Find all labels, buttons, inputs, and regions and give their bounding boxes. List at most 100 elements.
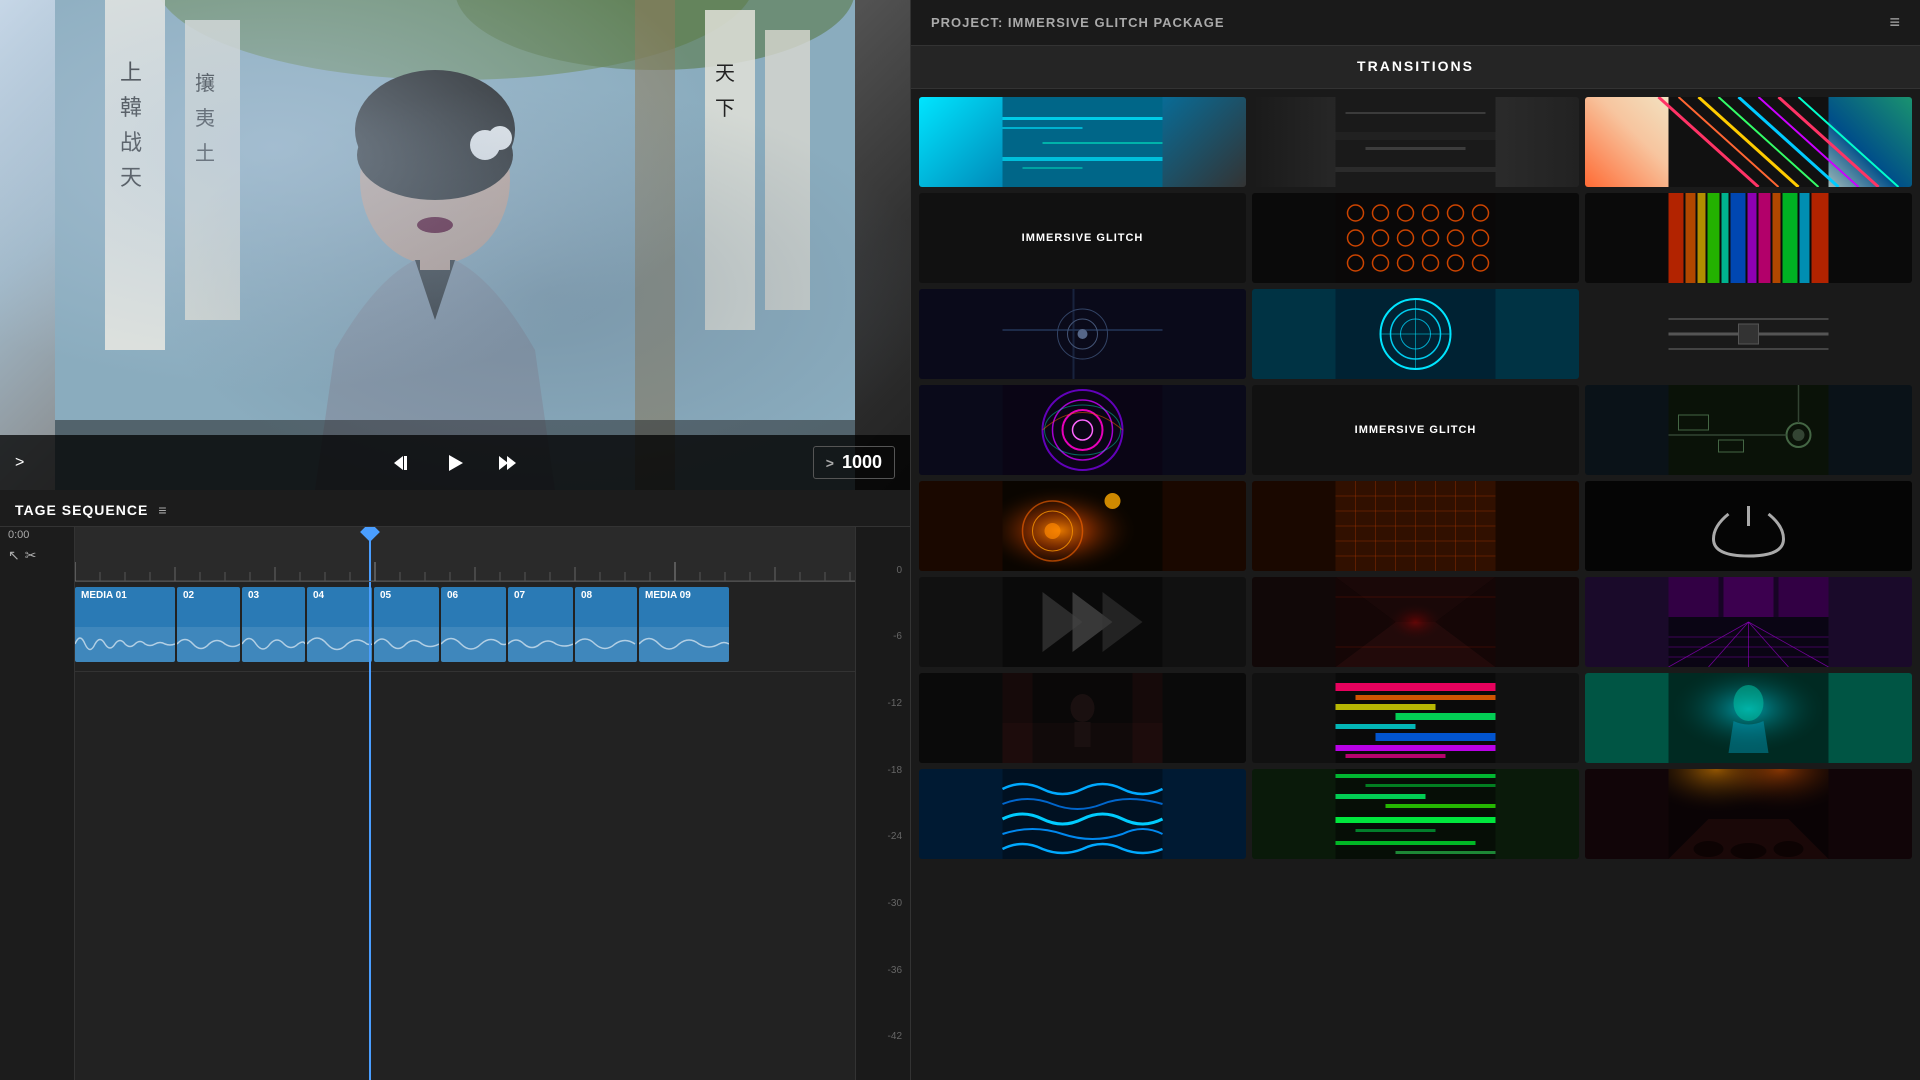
video-controls-bar: > [0,435,910,490]
media-clip-05[interactable]: 05 [374,587,439,662]
clip-08-waveform [575,627,637,662]
thumb-16-art [919,577,1246,667]
thumb-21-art [1585,673,1912,763]
thumb-7-art [919,289,1246,379]
transition-thumb-10[interactable] [919,385,1246,475]
thumb-5-art [1252,193,1579,283]
video-frame: 上 韓 战 天 攘 夷 土 天 下 [0,0,910,490]
transition-thumb-9[interactable] [1585,289,1912,379]
waveform-svg-03 [242,627,305,662]
waveform-svg-09 [639,627,729,662]
right-panel: PROJECT: IMMERSIVE GLITCH PACKAGE ≡ TRAN… [910,0,1920,1080]
clip-04-waveform [307,627,372,662]
clip-02-label: 02 [177,587,240,604]
transition-thumb-15[interactable] [1585,481,1912,571]
volume-meter: 0 -6 -12 -18 -24 -30 -36 -42 [855,527,910,1080]
transition-thumb-18[interactable] [1585,577,1912,667]
playhead [369,527,371,581]
meter-24: -24 [864,831,902,842]
waveform-svg-02 [177,627,240,662]
waveform-svg-06 [441,627,506,662]
thumb-15-art [1585,481,1912,571]
thumb-4-label: IMMERSIVE GLITCH [1022,232,1144,244]
meter-6: -6 [864,631,902,642]
clips-container: MEDIA 01 02 [75,587,910,662]
clip-03-waveform [242,627,305,662]
thumb-11-label: IMMERSIVE GLITCH [1355,424,1477,436]
timeline-area: 0:00 ↖ ✂ [0,527,910,1080]
thumb-10-art [919,385,1246,475]
rewind-icon [392,452,414,474]
transition-thumb-5[interactable] [1252,193,1579,283]
transition-thumb-14[interactable] [1252,481,1579,571]
transition-thumb-22[interactable] [919,769,1246,859]
clip-07-label: 07 [508,587,573,604]
thumb-9-art [1585,289,1912,379]
tool-row: ↖ ✂ [0,543,74,568]
header-menu-icon[interactable]: ≡ [1889,12,1900,33]
transition-thumb-16[interactable] [919,577,1246,667]
waveform-svg-01 [75,627,175,662]
media-clip-02[interactable]: 02 [177,587,240,662]
transition-thumb-17[interactable] [1252,577,1579,667]
left-panel: 上 韓 战 天 攘 夷 土 天 下 [0,0,910,1080]
waveform-svg-07 [508,627,573,662]
transition-thumb-24[interactable] [1585,769,1912,859]
blade-icon[interactable]: ✂ [25,547,37,564]
transition-thumb-20[interactable] [1252,673,1579,763]
stage-menu-icon[interactable]: ≡ [158,502,166,518]
waveform-svg-04 [307,627,372,662]
transition-thumb-8[interactable] [1252,289,1579,379]
media-clip-07[interactable]: 07 [508,587,573,662]
media-clip-08[interactable]: 08 [575,587,637,662]
transition-thumb-13[interactable] [919,481,1246,571]
media-clip-09[interactable]: MEDIA 09 [639,587,729,662]
media-clip-04[interactable]: 04 [307,587,372,662]
clip-01-label: MEDIA 01 [75,587,175,604]
transition-thumb-12[interactable] [1585,385,1912,475]
clip-05-waveform [374,627,439,662]
timeline-left: 0:00 ↖ ✂ [0,527,75,1080]
thumb-20-art [1252,673,1579,763]
transition-thumb-7[interactable] [919,289,1246,379]
expand-button[interactable]: > [15,454,24,472]
transition-thumb-23[interactable] [1252,769,1579,859]
thumb-3-art [1585,97,1912,187]
timecode-value: 1000 [842,452,882,473]
stage-title: TAGE SEQUENCE [15,502,148,518]
media-clip-01[interactable]: MEDIA 01 [75,587,175,662]
transition-thumb-4[interactable]: IMMERSIVE GLITCH [919,193,1246,283]
play-button[interactable] [444,452,466,474]
tracks-area: MEDIA 01 02 [75,582,910,1080]
right-header: PROJECT: IMMERSIVE GLITCH PACKAGE ≡ [911,0,1920,46]
transition-thumb-19[interactable] [919,673,1246,763]
thumb-18-art [1585,577,1912,667]
clip-05-label: 05 [374,587,439,604]
transition-thumb-11[interactable]: IMMERSIVE GLITCH [1252,385,1579,475]
transition-thumb-2[interactable] [1252,97,1579,187]
clip-08-label: 08 [575,587,637,604]
play-icon [444,452,466,474]
project-title: PROJECT: IMMERSIVE GLITCH PACKAGE [931,15,1225,30]
transition-thumb-3[interactable] [1585,97,1912,187]
waveform-svg-05 [374,627,439,662]
thumb-13-art [919,481,1246,571]
clip-09-waveform [639,627,729,662]
pointer-icon[interactable]: ↖ [8,547,20,564]
ruler-svg [75,527,910,582]
stage-header: TAGE SEQUENCE ≡ [0,490,910,527]
stage-sequence: TAGE SEQUENCE ≡ 0:00 ↖ ✂ [0,490,910,1080]
timecode-display: > 1000 [813,446,895,479]
timeline-main[interactable]: MEDIA 01 02 [75,527,910,1080]
step-forward-button[interactable] [496,452,518,474]
meter-0: 0 [864,565,902,576]
rewind-button[interactable] [392,452,414,474]
media-clip-06[interactable]: 06 [441,587,506,662]
transition-thumb-21[interactable] [1585,673,1912,763]
media-clip-03[interactable]: 03 [242,587,305,662]
transition-thumb-1[interactable] [919,97,1246,187]
video-overlay [0,0,910,490]
thumb-14-art [1252,481,1579,571]
transition-thumb-6[interactable] [1585,193,1912,283]
clip-09-label: MEDIA 09 [639,587,729,604]
